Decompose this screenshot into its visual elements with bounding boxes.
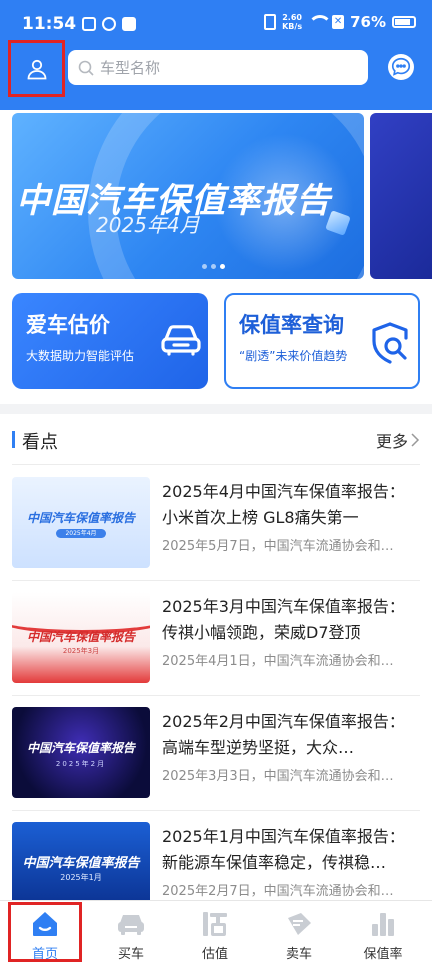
more-label: 更多 — [375, 432, 408, 451]
search-icon — [78, 60, 94, 76]
thumbnail-date: 2025年2月 — [55, 760, 107, 768]
article-thumbnail: 中国汽车保值率报告 2025年4月 — [12, 477, 150, 568]
sale-tag-icon — [288, 913, 311, 935]
thumbnail-title: 中国汽车保值率报告 — [26, 630, 135, 644]
car-valuation-card[interactable]: 爱车估价 大数据助力智能评估 — [12, 293, 208, 389]
nav-sell-car-label: 卖车 — [285, 947, 312, 962]
net-speed: 2.60 KB/s — [282, 13, 302, 31]
status-right: 2.60 KB/s ✕ 76% — [264, 13, 416, 31]
user-icon — [27, 59, 46, 79]
section-separator — [0, 404, 432, 414]
article-title: 2025年1月中国汽车保值率报告：新能源车保值率稳定，传祺稳… — [162, 827, 405, 872]
net-speed-unit: KB/s — [282, 22, 303, 31]
article-meta: 2025年2月7日，中国汽车流通协会和… — [162, 884, 394, 899]
nav-retention-rate-label: 保值率 — [363, 947, 403, 962]
thumbnail-title: 中国汽车保值率报告 — [26, 741, 135, 755]
nav-sell-car[interactable]: 卖车 — [256, 901, 342, 963]
retention-query-card[interactable]: 保值率查询 “剧透”未来价值趋势 — [224, 293, 420, 389]
shield-search-icon — [372, 322, 408, 364]
vibrate-icon — [264, 14, 277, 30]
sim-icon: ✕ — [332, 15, 345, 29]
news-header: 看点 更多 — [12, 428, 420, 453]
nav-retention-rate[interactable]: 保值率 — [340, 901, 426, 963]
wifi-icon — [308, 15, 333, 29]
nav-home[interactable]: 首页 — [2, 901, 88, 963]
heading-accent-bar — [12, 431, 15, 448]
car-front-icon — [161, 325, 201, 356]
status-app-icons — [82, 17, 136, 31]
car-icon — [118, 915, 144, 935]
query-card-title: 保值率查询 — [239, 313, 344, 337]
article-thumbnail: 中国汽车保值率报告 2025年3月 — [12, 592, 150, 683]
tiktok-icon — [122, 17, 136, 31]
chevron-right-icon — [411, 433, 420, 447]
valuation-card-title: 爱车估价 — [26, 313, 110, 337]
article-meta: 2025年4月1日，中国汽车流通协会和… — [162, 654, 394, 669]
app-header — [0, 40, 432, 97]
pagination-dot — [202, 264, 207, 269]
article-meta: 2025年3月3日，中国汽车流通协会和… — [162, 769, 394, 784]
news-article[interactable]: 中国汽车保值率报告 2025年3月 2025年3月中国汽车保值率报告：传祺小幅领… — [12, 580, 420, 696]
banner-date: 2025年4月 — [96, 213, 200, 237]
banner-pagination — [202, 264, 225, 269]
bottom-nav: 首页 买车 估值 卖车 保值率 — [0, 900, 432, 964]
article-title: 2025年3月中国汽车保值率报告：传祺小幅领跑，荣威D7登顶 — [162, 597, 405, 642]
next-banner-peek[interactable] — [370, 113, 432, 279]
net-speed-value: 2.60 — [282, 13, 302, 22]
nav-valuation[interactable]: 估值 — [172, 901, 258, 963]
news-article[interactable]: 中国汽车保值率报告 2025年2月 2025年2月中国汽车保值率报告：高端车型逆… — [12, 695, 420, 811]
search-box[interactable] — [68, 50, 368, 85]
thumbnail-date: 2025年1月 — [60, 873, 102, 882]
article-title: 2025年2月中国汽车保值率报告：高端车型逆势坚挺，大众… — [162, 712, 405, 757]
thumbnail-title: 中国汽车保值率报告 — [26, 511, 135, 525]
thumbnail-title: 中国汽车保值率报告 — [22, 856, 140, 871]
user-profile-button[interactable] — [8, 40, 65, 97]
pagination-dot — [211, 264, 216, 269]
thumbnail-date: 2025年4月 — [56, 529, 106, 538]
nav-buy-car[interactable]: 买车 — [88, 901, 174, 963]
valuation-card-subtitle: 大数据助力智能评估 — [26, 349, 135, 363]
message-button[interactable] — [388, 54, 414, 80]
query-card-subtitle: “剧透”未来价值趋势 — [239, 349, 348, 363]
notification-icon — [82, 17, 96, 31]
message-icon — [391, 57, 411, 76]
bar-chart-icon — [372, 913, 394, 936]
nav-buy-car-label: 买车 — [117, 947, 144, 962]
status-time: 11:54 — [22, 14, 77, 34]
app-icon — [102, 17, 116, 31]
news-article[interactable]: 中国汽车保值率报告 2025年4月 2025年4月中国汽车保值率报告：小米首次上… — [12, 465, 420, 581]
battery-icon — [392, 16, 416, 28]
article-meta: 2025年5月7日，中国汽车流通协会和… — [162, 539, 394, 554]
battery-percent: 76% — [350, 13, 386, 31]
search-input[interactable] — [100, 58, 340, 77]
more-link[interactable]: 更多 — [376, 428, 420, 452]
report-banner[interactable]: 中国汽车保值率报告 2025年4月 — [12, 113, 364, 279]
valuation-icon — [203, 912, 227, 936]
nav-home-label: 首页 — [31, 947, 58, 962]
thumbnail-date: 2025年3月 — [62, 647, 100, 655]
nav-valuation-label: 估值 — [201, 947, 228, 962]
news-heading: 看点 — [22, 432, 58, 453]
home-icon — [33, 912, 57, 936]
pagination-dot-active — [220, 264, 225, 269]
article-title: 2025年4月中国汽车保值率报告：小米首次上榜 GL8痛失第一 — [162, 482, 405, 527]
article-thumbnail: 中国汽车保值率报告 2025年2月 — [12, 707, 150, 798]
